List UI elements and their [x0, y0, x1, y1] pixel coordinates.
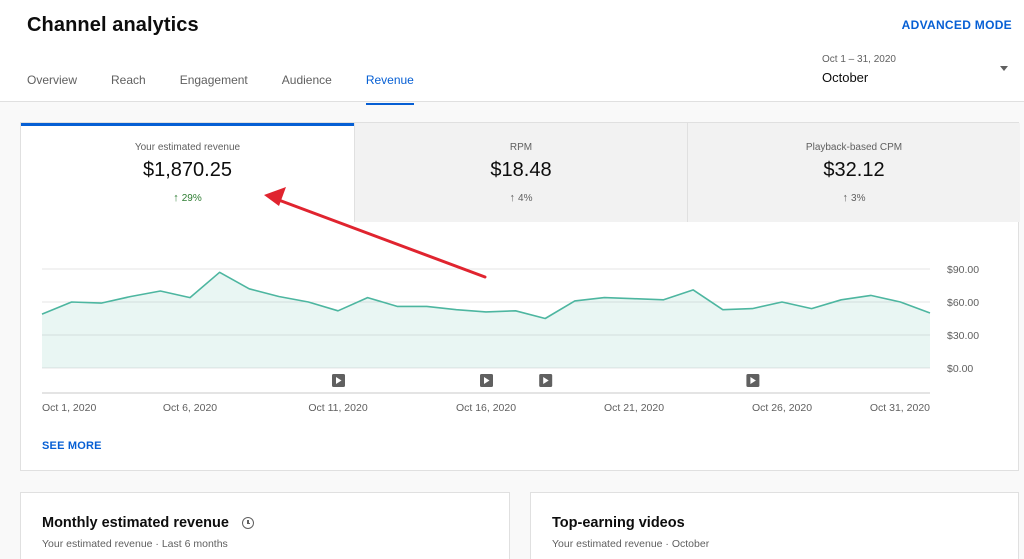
panel-subtitle: Your estimated revenue · Last 6 months: [42, 538, 228, 550]
see-more-link[interactable]: SEE MORE: [42, 440, 102, 452]
x-tick-label: Oct 1, 2020: [42, 402, 96, 414]
data-point: [573, 299, 576, 302]
data-point: [692, 288, 695, 291]
y-tick-label: $90.00: [947, 264, 979, 276]
x-tick-label: Oct 26, 2020: [752, 402, 812, 414]
tab-bar: Overview Reach Engagement Audience Reven…: [27, 73, 448, 105]
metric-playback-cpm[interactable]: Playback-based CPM $32.12 ↑ 3%: [687, 123, 1020, 222]
y-tick-label: $30.00: [947, 330, 979, 342]
panel-subtitle: Your estimated revenue · October: [552, 538, 710, 550]
data-point: [70, 301, 73, 304]
data-point: [514, 309, 517, 312]
tab-revenue[interactable]: Revenue: [365, 73, 414, 105]
data-point: [810, 307, 813, 310]
metric-estimated-revenue[interactable]: Your estimated revenue $1,870.25 ↑ 29%: [21, 123, 354, 222]
metric-change: ↑ 29%: [21, 192, 354, 204]
metric-rpm[interactable]: RPM $18.48 ↑ 4%: [354, 123, 687, 222]
metric-value: $32.12: [823, 159, 885, 181]
x-tick-label: Oct 21, 2020: [604, 402, 664, 414]
data-point: [337, 309, 340, 312]
video-marker-icon[interactable]: [539, 374, 553, 387]
tab-engagement[interactable]: Engagement: [180, 73, 248, 105]
data-point: [633, 297, 636, 300]
y-tick-label: $60.00: [947, 297, 979, 309]
x-tick-label: Oct 31, 2020: [870, 402, 930, 414]
date-range-text: Oct 1 – 31, 2020: [822, 54, 896, 65]
video-marker-icon[interactable]: [746, 374, 760, 387]
tab-overview[interactable]: Overview: [27, 73, 77, 105]
arrow-up-icon: ↑: [509, 192, 516, 204]
revenue-line-chart[interactable]: $0.00 $30.00 $60.00 $90.00 Oct 1, 2020 Oct 6,…: [21, 222, 1020, 432]
tab-audience[interactable]: Audience: [282, 73, 332, 105]
metric-change: ↑ 3%: [688, 192, 1020, 204]
data-point: [869, 294, 872, 297]
date-range-label: October: [822, 70, 869, 85]
data-point: [248, 287, 251, 290]
metric-change-value: 4%: [518, 193, 533, 204]
data-point: [41, 313, 44, 316]
data-point: [189, 296, 192, 299]
tab-reach[interactable]: Reach: [111, 73, 146, 105]
data-point: [603, 296, 606, 299]
data-point: [218, 271, 221, 274]
series-area: [42, 272, 930, 368]
top-earning-videos-panel: Top-earning videos Your estimated revenu…: [530, 492, 1019, 559]
metric-change-value: 29%: [181, 193, 202, 204]
metric-label: Your estimated revenue: [134, 142, 241, 153]
data-point: [721, 308, 724, 311]
panel-title: Monthly estimated revenue: [42, 515, 229, 531]
data-point: [899, 301, 902, 304]
data-point: [781, 301, 784, 304]
revenue-chart-card: Your estimated revenue $1,870.25 ↑ 29% RP…: [20, 122, 1020, 471]
data-point: [840, 298, 843, 301]
arrow-up-icon: ↑: [842, 192, 849, 204]
y-tick-label: $0.00: [947, 363, 973, 375]
data-point: [277, 295, 280, 298]
video-marker-icon[interactable]: [332, 374, 345, 387]
data-point: [425, 305, 428, 308]
x-tick-label: Oct 6, 2020: [163, 402, 217, 414]
page-title: Channel analytics: [27, 14, 199, 36]
metric-value: $18.48: [490, 159, 552, 181]
clock-icon[interactable]: [242, 517, 254, 529]
metric-label: RPM: [509, 142, 533, 153]
data-point: [129, 295, 132, 298]
dropdown-arrow-icon: [1000, 66, 1008, 71]
x-tick-label: Oct 16, 2020: [456, 402, 516, 414]
data-point: [662, 298, 665, 301]
data-point: [455, 308, 458, 311]
data-point: [751, 307, 754, 310]
metric-value: $1,870.25: [143, 159, 232, 181]
data-point: [159, 290, 162, 293]
monthly-revenue-panel: Monthly estimated revenue Your estimated…: [20, 492, 510, 559]
data-point: [929, 312, 932, 315]
data-point: [366, 296, 369, 299]
data-point: [396, 305, 399, 308]
arrow-up-icon: ↑: [173, 192, 179, 204]
date-range-selector[interactable]: Oct 1 – 31, 2020 October: [822, 54, 1012, 88]
advanced-mode-button[interactable]: ADVANCED MODE: [902, 18, 1012, 32]
data-point: [544, 317, 547, 320]
metric-change-value: 3%: [851, 193, 866, 204]
metric-label: Playback-based CPM: [805, 142, 903, 153]
data-point: [100, 302, 103, 305]
metric-change: ↑ 4%: [355, 192, 687, 204]
x-tick-label: Oct 11, 2020: [308, 402, 368, 414]
data-point: [485, 310, 488, 313]
panel-title: Top-earning videos: [552, 515, 685, 531]
video-marker-icon[interactable]: [480, 374, 493, 387]
header-bar: Channel analytics ADVANCED MODE Overview…: [0, 0, 1024, 105]
data-point: [307, 301, 310, 304]
